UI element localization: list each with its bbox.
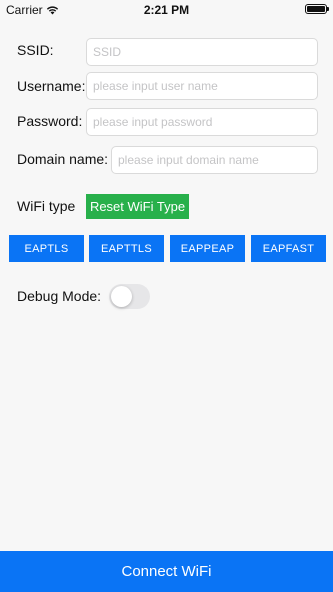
status-bar: Carrier 2:21 PM [0,0,333,20]
debug-mode-toggle[interactable] [109,284,150,309]
toggle-knob [111,286,132,307]
password-label: Password: [17,113,83,129]
eappeap-button[interactable]: EAPPEAP [170,235,245,262]
wifi-type-label: WiFi type [17,198,76,214]
battery-tip [327,7,329,11]
battery-icon [305,4,329,14]
ssid-label: SSID: [17,42,54,58]
username-input[interactable] [86,72,318,100]
password-input[interactable] [86,108,318,136]
domain-label: Domain name: [17,151,109,167]
battery-fill [307,6,325,12]
reset-wifi-type-button[interactable]: Reset WiFi Type [86,194,189,219]
eaptls-button[interactable]: EAPTLS [9,235,84,262]
debug-mode-label: Debug Mode: [17,288,102,304]
ssid-input[interactable] [86,38,318,66]
eapttls-button[interactable]: EAPTTLS [89,235,164,262]
domain-input[interactable] [111,146,318,174]
connect-wifi-button[interactable]: Connect WiFi [0,551,333,592]
username-label: Username: [17,78,86,94]
eapfast-button[interactable]: EAPFAST [251,235,326,262]
status-time: 2:21 PM [143,3,190,17]
